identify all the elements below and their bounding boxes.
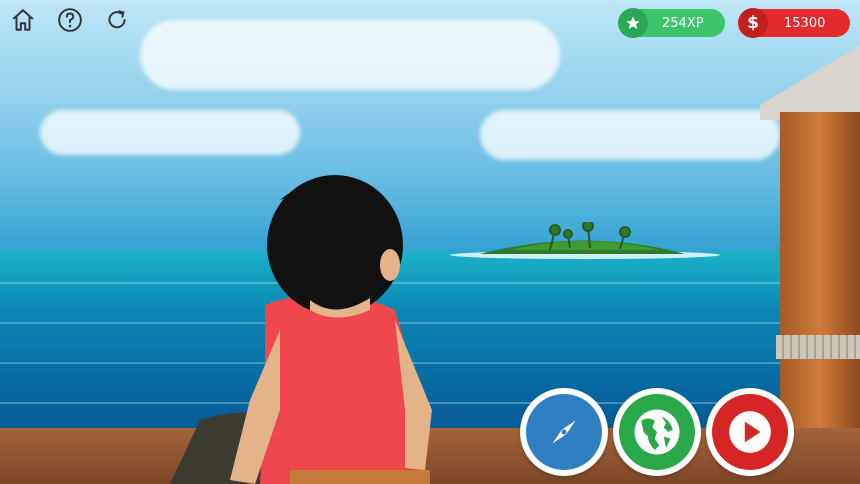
help-button[interactable] xyxy=(56,6,84,34)
cloud xyxy=(40,110,300,155)
island xyxy=(450,222,720,259)
xp-value: 254XP xyxy=(662,15,704,31)
money-badge: $ 15300 xyxy=(738,8,850,38)
xp-badge: 254XP xyxy=(618,8,725,38)
home-icon xyxy=(12,9,34,31)
help-icon xyxy=(58,8,82,32)
game-scene: 254XP $ 15300 xyxy=(0,0,860,484)
refresh-button[interactable] xyxy=(103,6,131,34)
compass-button[interactable] xyxy=(520,388,608,476)
play-button[interactable] xyxy=(706,388,794,476)
cloud xyxy=(140,20,560,90)
money-value: 15300 xyxy=(784,15,826,31)
cloud xyxy=(480,110,780,160)
compass-icon xyxy=(552,420,576,444)
rope xyxy=(776,335,860,359)
world-map-button[interactable] xyxy=(613,388,701,476)
refresh-icon xyxy=(108,10,126,29)
star-icon xyxy=(618,8,648,38)
dollar-icon: $ xyxy=(738,8,768,38)
globe-icon xyxy=(634,409,680,455)
home-button[interactable] xyxy=(9,6,37,34)
play-icon xyxy=(729,411,771,453)
boy-character xyxy=(170,175,432,484)
